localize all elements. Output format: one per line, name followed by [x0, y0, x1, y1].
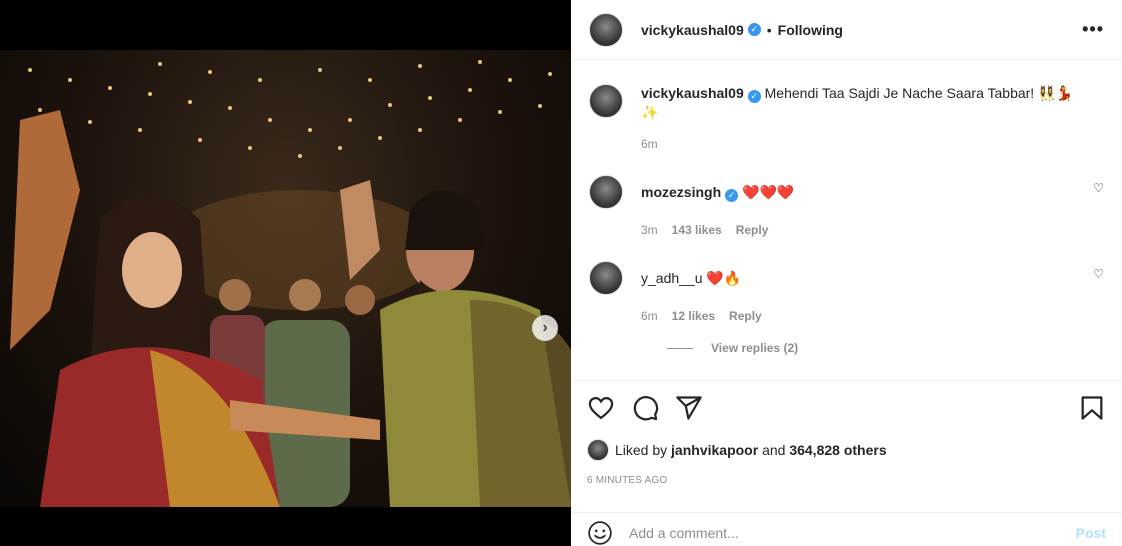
next-image-button[interactable]: › [532, 315, 558, 341]
caption-username[interactable]: vickykaushal09 [641, 85, 744, 101]
comment-text-block: mozezsingh ✓ ❤️❤️❤️ [641, 175, 794, 209]
heart-icon[interactable] [587, 394, 615, 422]
separator-dot: • [766, 21, 772, 38]
comment-meta: 6m 12 likes Reply [641, 309, 1104, 323]
post-photo[interactable]: › [0, 50, 571, 507]
comment-likes[interactable]: 12 likes [672, 309, 715, 323]
comment-text: ❤️❤️❤️ [742, 185, 795, 201]
post-actions: Liked by janhvikapoor and 364,828 others… [571, 380, 1122, 486]
comment-time: 6m [641, 309, 658, 323]
liker-avatar[interactable] [587, 439, 609, 461]
comment-username[interactable]: y_adh__u [641, 270, 703, 286]
caption-time: 6m [641, 137, 658, 151]
liked-by-prefix: Liked by [615, 442, 668, 458]
caption-meta: 6m [641, 137, 1104, 151]
liked-by-user[interactable]: janhvikapoor [671, 442, 758, 458]
smiley-icon[interactable] [587, 520, 613, 546]
post-media: › [0, 0, 571, 546]
post-timestamp[interactable]: 6 MINUTES AGO [587, 475, 1106, 486]
comment-likes[interactable]: 143 likes [672, 223, 722, 237]
post-side-panel: vickykaushal09 ✓ • Following ••• vickyka… [571, 0, 1122, 546]
author-avatar[interactable] [589, 12, 623, 47]
comment-like-heart-icon[interactable]: ♡ [1093, 181, 1104, 195]
following-button[interactable]: Following [778, 22, 843, 38]
comment-text-block: y_adh__u ❤️🔥 [641, 261, 741, 295]
comments-section: vickykaushal09 ✓ Mehendi Taa Sajdi Je Nac… [571, 60, 1122, 380]
verified-badge-icon: ✓ [725, 189, 739, 202]
share-icon[interactable] [675, 394, 703, 422]
commenter-avatar[interactable] [589, 175, 623, 209]
comment-input[interactable] [629, 524, 1076, 541]
comment-like-heart-icon[interactable]: ♡ [1093, 267, 1104, 281]
caption-sparkle: ✨ [641, 104, 659, 120]
commenter-avatar[interactable] [589, 261, 623, 295]
view-replies-label: View replies (2) [711, 341, 799, 355]
caption-text-block: vickykaushal09 ✓ Mehendi Taa Sajdi Je Nac… [641, 84, 1073, 121]
verified-badge-icon: ✓ [747, 23, 761, 36]
action-icons-row [587, 393, 1106, 423]
liked-by-row: Liked by janhvikapoor and 364,828 others [587, 439, 1106, 461]
comment-item: y_adh__u ❤️🔥 ♡ [589, 261, 1104, 295]
comment-reply-button[interactable]: Reply [729, 309, 762, 323]
more-options-icon[interactable]: ••• [1082, 19, 1104, 40]
comment-meta: 3m 143 likes Reply [641, 223, 1104, 237]
comment-text: ❤️🔥 [706, 271, 742, 287]
add-comment-bar: Post [571, 512, 1122, 546]
post-comment-button[interactable]: Post [1076, 525, 1106, 541]
caption: vickykaushal09 ✓ Mehendi Taa Sajdi Je Nac… [589, 84, 1104, 121]
comment-icon[interactable] [631, 394, 659, 422]
verified-badge-icon: ✓ [747, 90, 761, 103]
photo-illustration [10, 60, 571, 507]
likes-count[interactable]: 364,828 others [789, 442, 886, 458]
liked-by-middle: and [762, 442, 786, 458]
author-avatar[interactable] [589, 84, 623, 118]
comment-item: mozezsingh ✓ ❤️❤️❤️ ♡ [589, 175, 1104, 209]
replies-divider-line [667, 347, 693, 349]
comment-username[interactable]: mozezsingh [641, 184, 721, 200]
comment-time: 3m [641, 223, 658, 237]
author-username[interactable]: vickykaushal09 [641, 22, 744, 38]
post-header: vickykaushal09 ✓ • Following ••• [571, 0, 1122, 60]
view-replies-button[interactable]: View replies (2) [667, 341, 1104, 355]
caption-text: Mehendi Taa Sajdi Je Nache Saara Tabbar!… [764, 85, 1073, 101]
bookmark-icon[interactable] [1078, 394, 1106, 422]
comment-reply-button[interactable]: Reply [736, 223, 769, 237]
chevron-right-icon: › [542, 319, 548, 336]
